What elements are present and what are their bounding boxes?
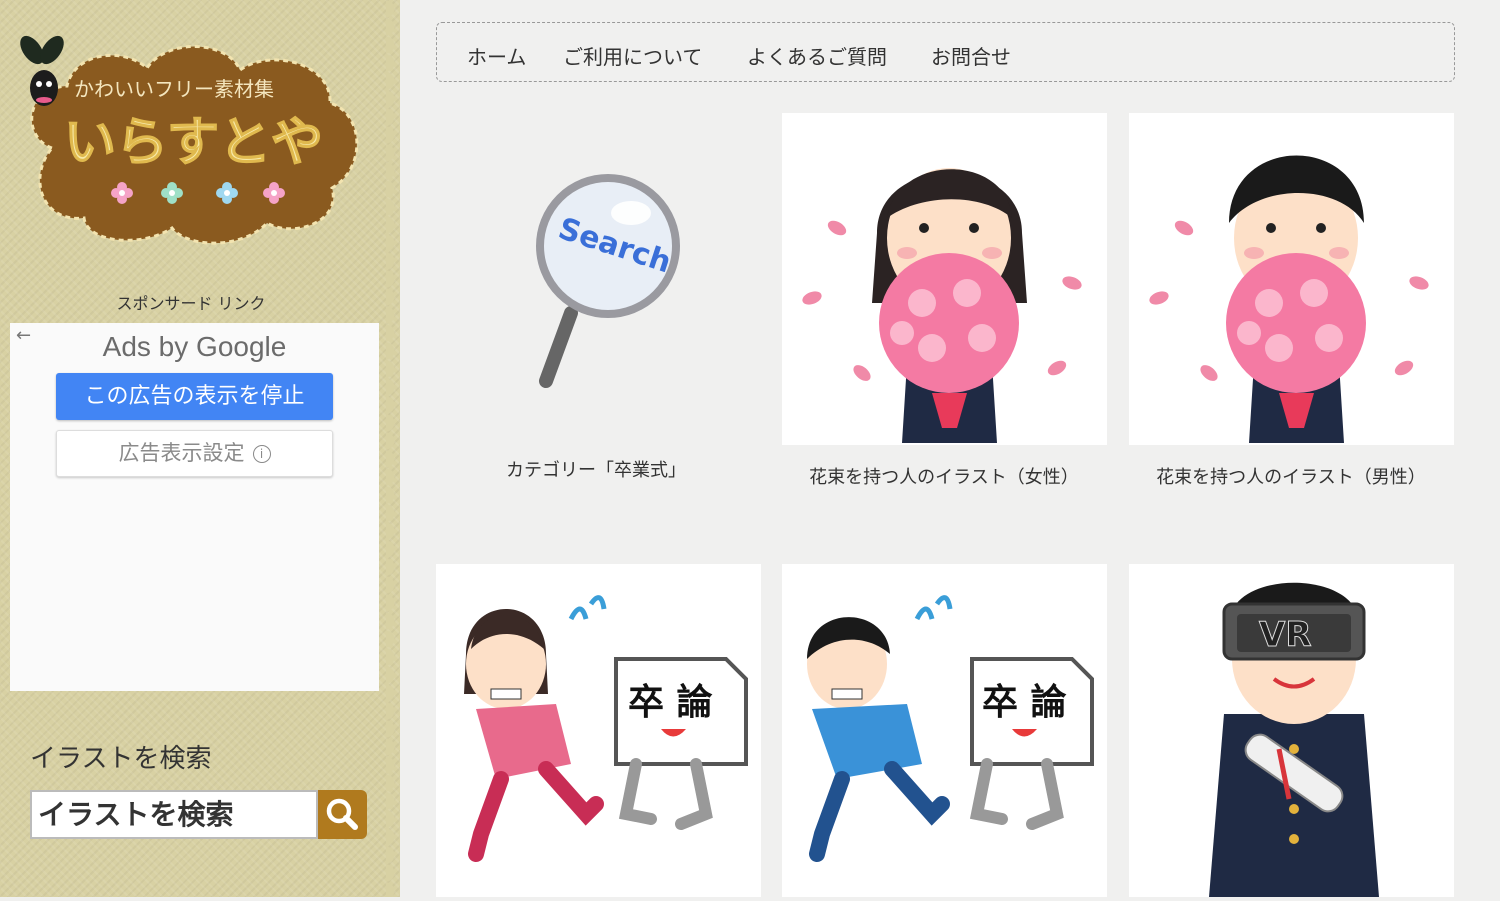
top-nav: ホーム ご利用について よくあるご質問 お問合せ (436, 22, 1455, 82)
illustration-card[interactable]: VR (1129, 564, 1454, 897)
nav-item-usage[interactable]: ご利用について (563, 41, 702, 70)
stop-ad-button[interactable]: この広告の表示を停止 (56, 373, 333, 420)
sidebar-scalloped-edge (386, 0, 404, 897)
ad-settings-button[interactable]: 広告表示設定 i (56, 430, 333, 477)
search-form (30, 790, 367, 839)
ads-by-google-label: Ads by Google (10, 331, 379, 363)
ad-panel: ← Ads by Google この広告の表示を停止 広告表示設定 i (10, 323, 379, 691)
category-graduation-link[interactable]: Search (436, 113, 761, 513)
search-heading: イラストを検索 (30, 744, 212, 774)
search-input[interactable] (30, 790, 318, 839)
card-caption[interactable]: カテゴリー「卒業式」 (431, 456, 761, 482)
thesis-paper-text: 卒 論 (982, 682, 1067, 723)
vr-headset-text: VR (1259, 615, 1312, 655)
search-icon (326, 798, 358, 830)
sidebar: かわいいフリー素材集 いらすとや スポンサード リンク ← Ads by Goo… (0, 0, 404, 897)
man-thesis-chase-illustration: 卒 論 (807, 595, 1094, 862)
magnifier-search-icon: Search (536, 174, 680, 388)
man-bouquet-illustration (1149, 155, 1429, 443)
card-caption[interactable]: 花束を持つ人のイラスト（男性） (1126, 463, 1456, 489)
illustration-card[interactable]: 卒 論 (782, 564, 1107, 897)
woman-thesis-chase-illustration: 卒 論 (464, 595, 748, 862)
logo-tagline: かわいいフリー素材集 (74, 77, 274, 101)
illustration-card[interactable] (782, 113, 1107, 445)
sponsored-link-label: スポンサード リンク (116, 294, 266, 313)
nav-item-contact[interactable]: お問合せ (931, 41, 1011, 70)
logo-title: いらすとや (64, 113, 323, 173)
ad-settings-label: 広告表示設定 (118, 441, 245, 465)
illustration-card[interactable]: 卒 論 (436, 564, 761, 897)
site-logo[interactable]: かわいいフリー素材集 いらすとや (12, 28, 372, 248)
search-button[interactable] (318, 790, 367, 839)
illustration-card[interactable] (1129, 113, 1454, 445)
ads-by-text: Ads by (102, 331, 189, 362)
nav-item-home[interactable]: ホーム (467, 41, 526, 70)
vr-graduate-illustration: VR (1209, 582, 1379, 897)
info-icon: i (252, 445, 271, 463)
google-text: Google (196, 331, 287, 362)
nav-item-faq[interactable]: よくあるご質問 (747, 41, 887, 70)
woman-bouquet-illustration (802, 168, 1082, 443)
card-caption[interactable]: 花束を持つ人のイラスト（女性） (779, 463, 1109, 489)
thesis-paper-text: 卒 論 (628, 682, 713, 723)
